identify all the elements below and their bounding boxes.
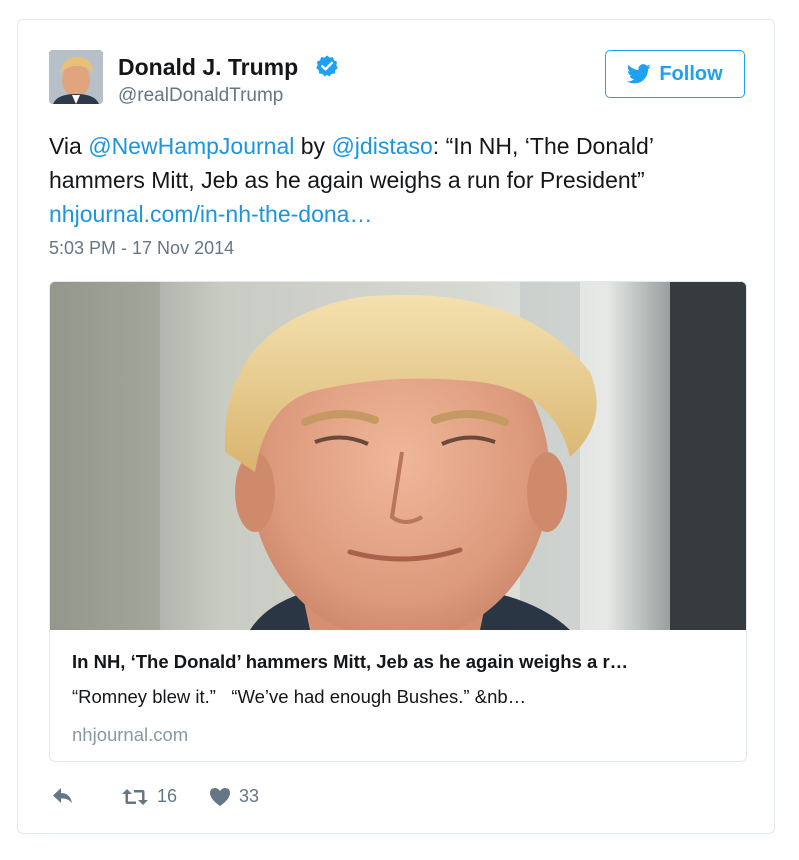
- retweet-button[interactable]: 16: [121, 786, 177, 807]
- retweet-icon: [122, 788, 148, 805]
- article-photo: [50, 282, 746, 630]
- author-handle[interactable]: @realDonaldTrump: [118, 85, 283, 107]
- author-name[interactable]: Donald J. Trump: [118, 54, 298, 81]
- mention-link-jdistaso[interactable]: @jdistaso: [331, 133, 432, 159]
- tweet-embed-card: Donald J. Trump @realDonaldTrump Follow …: [17, 19, 775, 834]
- link-card-domain: nhjournal.com: [72, 724, 189, 745]
- like-button[interactable]: 33: [209, 786, 259, 807]
- retweet-count: 16: [157, 786, 178, 806]
- link-card-description: “Romney blew it.” “We’ve had enough Bush…: [72, 686, 527, 707]
- mention-link-newhampjournal[interactable]: @NewHampJournal: [88, 133, 294, 159]
- tweet-text-part: by: [294, 133, 332, 159]
- reply-button[interactable]: [51, 786, 75, 806]
- verified-badge-icon: [315, 54, 339, 78]
- follow-button[interactable]: Follow: [605, 50, 745, 98]
- link-card-title[interactable]: In NH, ‘The Donald’ hammers Mitt, Jeb as…: [72, 651, 732, 673]
- link-preview-card[interactable]: In NH, ‘The Donald’ hammers Mitt, Jeb as…: [49, 281, 747, 762]
- reply-icon: [53, 788, 72, 803]
- article-link[interactable]: nhjournal.com/in-nh-the-dona…: [49, 201, 372, 227]
- tweet-text-part: Via: [49, 133, 89, 159]
- author-avatar[interactable]: [49, 50, 103, 104]
- like-count: 33: [239, 786, 260, 806]
- tweet-text: Via @NewHampJournal by @jdistaso: “In NH…: [49, 129, 749, 231]
- heart-icon: [210, 787, 230, 806]
- twitter-bird-icon: [627, 64, 651, 84]
- tweet-timestamp[interactable]: 5:03 PM - 17 Nov 2014: [49, 238, 234, 259]
- follow-label: Follow: [659, 62, 723, 85]
